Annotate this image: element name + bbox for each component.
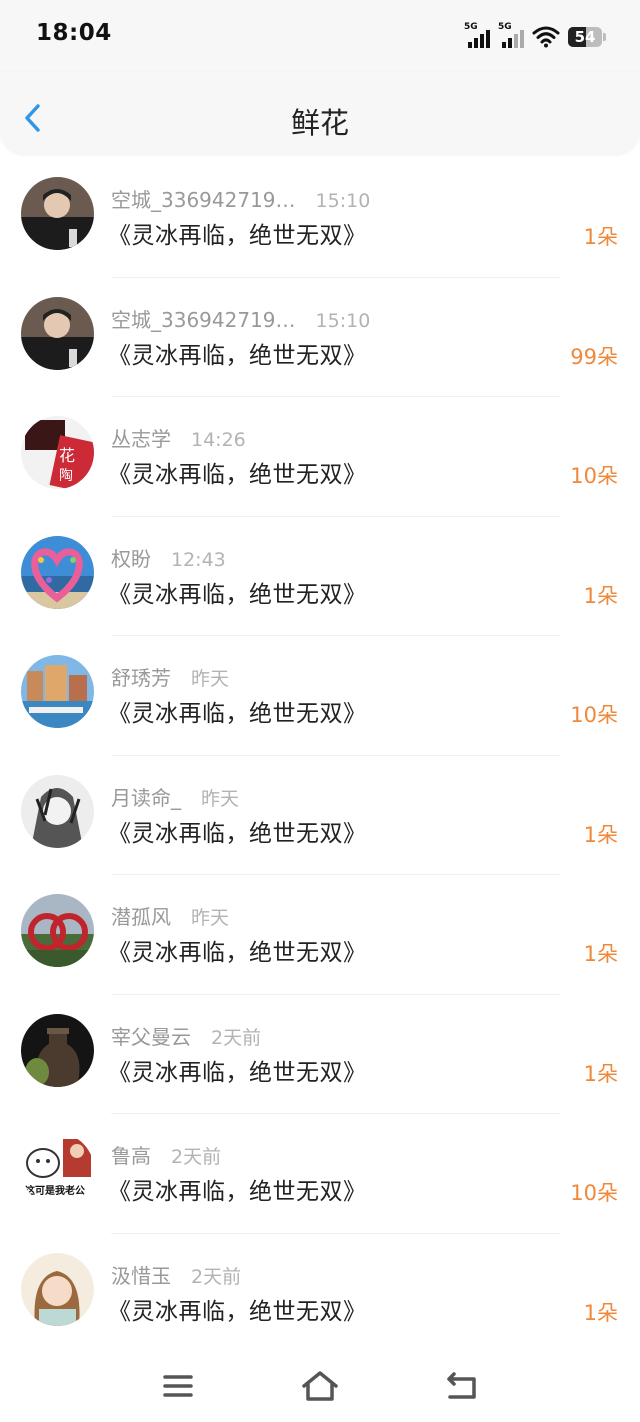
- user-name[interactable]: 空城_336942719…: [111, 184, 296, 213]
- status-icons: 5G 5G 54: [464, 22, 606, 48]
- timestamp: 昨天: [191, 907, 230, 929]
- list-item[interactable]: 空城_336942719… 15:10 《灵冰再临，绝世无双》 99朵: [0, 278, 640, 397]
- signal-icon: 5G: [464, 22, 490, 48]
- book-title: 《灵冰再临，绝世无双》: [108, 342, 367, 369]
- timestamp: 2天前: [191, 1265, 242, 1288]
- book-title: 《灵冰再临，绝世无双》: [108, 462, 367, 488]
- status-time: 18:04: [36, 20, 112, 46]
- name-line: 舒琇芳 昨天: [111, 662, 229, 691]
- svg-text:这可是我老公: 这可是我老公: [25, 1184, 85, 1197]
- wifi-icon: [532, 26, 560, 48]
- list-item[interactable]: 花陶丛志学 14:26 《灵冰再临，绝世无双》 10朵: [0, 397, 640, 517]
- flower-count: 1朵: [583, 583, 618, 608]
- name-line: 空城_336942719… 15:10: [111, 184, 370, 213]
- avatar[interactable]: 花陶: [21, 416, 94, 489]
- user-name[interactable]: 鲁高: [111, 1140, 151, 1169]
- avatar[interactable]: [21, 894, 94, 967]
- signal-label: 5G: [464, 22, 478, 32]
- timestamp: 15:10: [315, 190, 371, 212]
- user-name[interactable]: 汲惜玉: [111, 1260, 171, 1289]
- avatar[interactable]: [21, 774, 94, 848]
- avatar[interactable]: 这可是我老公: [21, 1133, 94, 1206]
- timestamp: 2天前: [211, 1026, 262, 1049]
- timestamp: 昨天: [201, 787, 240, 810]
- flower-count: 1朵: [583, 225, 618, 249]
- book-title: 《灵冰再临，绝世无双》: [108, 820, 367, 847]
- list-item[interactable]: 潜孤风 昨天《灵冰再临，绝世无双》 1朵: [0, 875, 640, 995]
- name-line: 宰父曼云 2天前: [111, 1021, 261, 1050]
- user-name[interactable]: 丛志学: [111, 423, 171, 452]
- avatar[interactable]: [21, 177, 94, 250]
- book-title: 《灵冰再临，绝世无双》: [108, 1179, 367, 1205]
- book-title: 《灵冰再临，绝世无双》: [108, 223, 367, 249]
- book-title: 《灵冰再临，绝世无双》: [108, 1059, 367, 1086]
- page-title: 鲜花: [290, 106, 349, 140]
- flower-count: 1朵: [583, 1061, 618, 1086]
- list-item[interactable]: 汲惜玉 2天前《灵冰再临，绝世无双》 1朵: [0, 1234, 640, 1353]
- timestamp: 15:10: [315, 309, 371, 332]
- menu-icon: [163, 1375, 193, 1397]
- user-name[interactable]: 潜孤风: [111, 901, 171, 930]
- list-item[interactable]: 权盼 12:43 《灵冰再临，绝世无双》 1朵: [0, 517, 640, 636]
- battery-icon: 54: [568, 26, 606, 48]
- user-name[interactable]: 空城_336942719…: [111, 304, 296, 333]
- flower-count: 10朵: [570, 703, 618, 727]
- timestamp: 14:26: [191, 429, 246, 451]
- flower-count: 10朵: [570, 1181, 618, 1205]
- user-name[interactable]: 权盼: [111, 543, 151, 572]
- status-bar: 18:04 5G 5G 54: [0, 0, 640, 72]
- return-icon: [447, 1372, 476, 1399]
- timestamp: 昨天: [191, 668, 230, 690]
- book-title: 《灵冰再临，绝世无双》: [108, 581, 367, 608]
- flower-count: 1朵: [583, 822, 618, 847]
- name-line: 月读命_ 昨天: [111, 782, 239, 811]
- page-header: 鲜花: [0, 72, 640, 154]
- timestamp: 2天前: [171, 1146, 222, 1168]
- list-item[interactable]: 这可是我老公 鲁高 2天前《灵冰再临，绝世无双》 10朵: [0, 1114, 640, 1234]
- book-title: 《灵冰再临，绝世无双》: [108, 701, 367, 727]
- name-line: 权盼 12:43: [111, 543, 226, 572]
- home-icon: [302, 1371, 338, 1401]
- avatar[interactable]: [21, 655, 94, 728]
- name-line: 汲惜玉 2天前: [111, 1260, 241, 1289]
- user-name[interactable]: 月读命_: [111, 782, 181, 811]
- battery-level: 54: [574, 28, 596, 46]
- return-button[interactable]: [440, 1368, 484, 1404]
- flower-count: 10朵: [570, 464, 618, 488]
- name-line: 丛志学 14:26: [111, 423, 246, 452]
- signal-label: 5G: [498, 22, 512, 32]
- list-item[interactable]: 宰父曼云 2天前《灵冰再临，绝世无双》 1朵: [0, 995, 640, 1114]
- name-line: 空城_336942719… 15:10: [111, 304, 370, 333]
- avatar[interactable]: [21, 1013, 94, 1087]
- list-item[interactable]: 空城_336942719… 15:10 《灵冰再临，绝世无双》 1朵: [0, 158, 640, 278]
- flower-list: 空城_336942719… 15:10 《灵冰再临，绝世无双》 1朵 空城_336942…: [0, 158, 640, 1353]
- avatar[interactable]: [21, 1252, 94, 1326]
- user-name[interactable]: 宰父曼云: [111, 1021, 191, 1050]
- avatar[interactable]: [21, 296, 94, 370]
- svg-text:陶: 陶: [59, 468, 73, 484]
- signal-icon: 5G: [498, 22, 524, 48]
- home-button[interactable]: [298, 1368, 342, 1404]
- flower-count: 1朵: [583, 1300, 618, 1325]
- timestamp: 12:43: [171, 548, 226, 571]
- system-nav-bar: [0, 1352, 640, 1422]
- flower-count: 99朵: [570, 344, 618, 369]
- name-line: 潜孤风 昨天: [111, 901, 229, 930]
- user-name[interactable]: 舒琇芳: [111, 662, 171, 691]
- avatar[interactable]: [21, 535, 94, 609]
- book-title: 《灵冰再临，绝世无双》: [108, 1298, 367, 1325]
- list-item[interactable]: 月读命_ 昨天《灵冰再临，绝世无双》 1朵: [0, 756, 640, 875]
- name-line: 鲁高 2天前: [111, 1140, 221, 1169]
- list-item[interactable]: 舒琇芳 昨天《灵冰再临，绝世无双》 10朵: [0, 636, 640, 756]
- menu-button[interactable]: [156, 1368, 200, 1404]
- svg-text:花: 花: [59, 446, 75, 465]
- flower-count: 1朵: [583, 942, 618, 966]
- book-title: 《灵冰再临，绝世无双》: [108, 940, 367, 966]
